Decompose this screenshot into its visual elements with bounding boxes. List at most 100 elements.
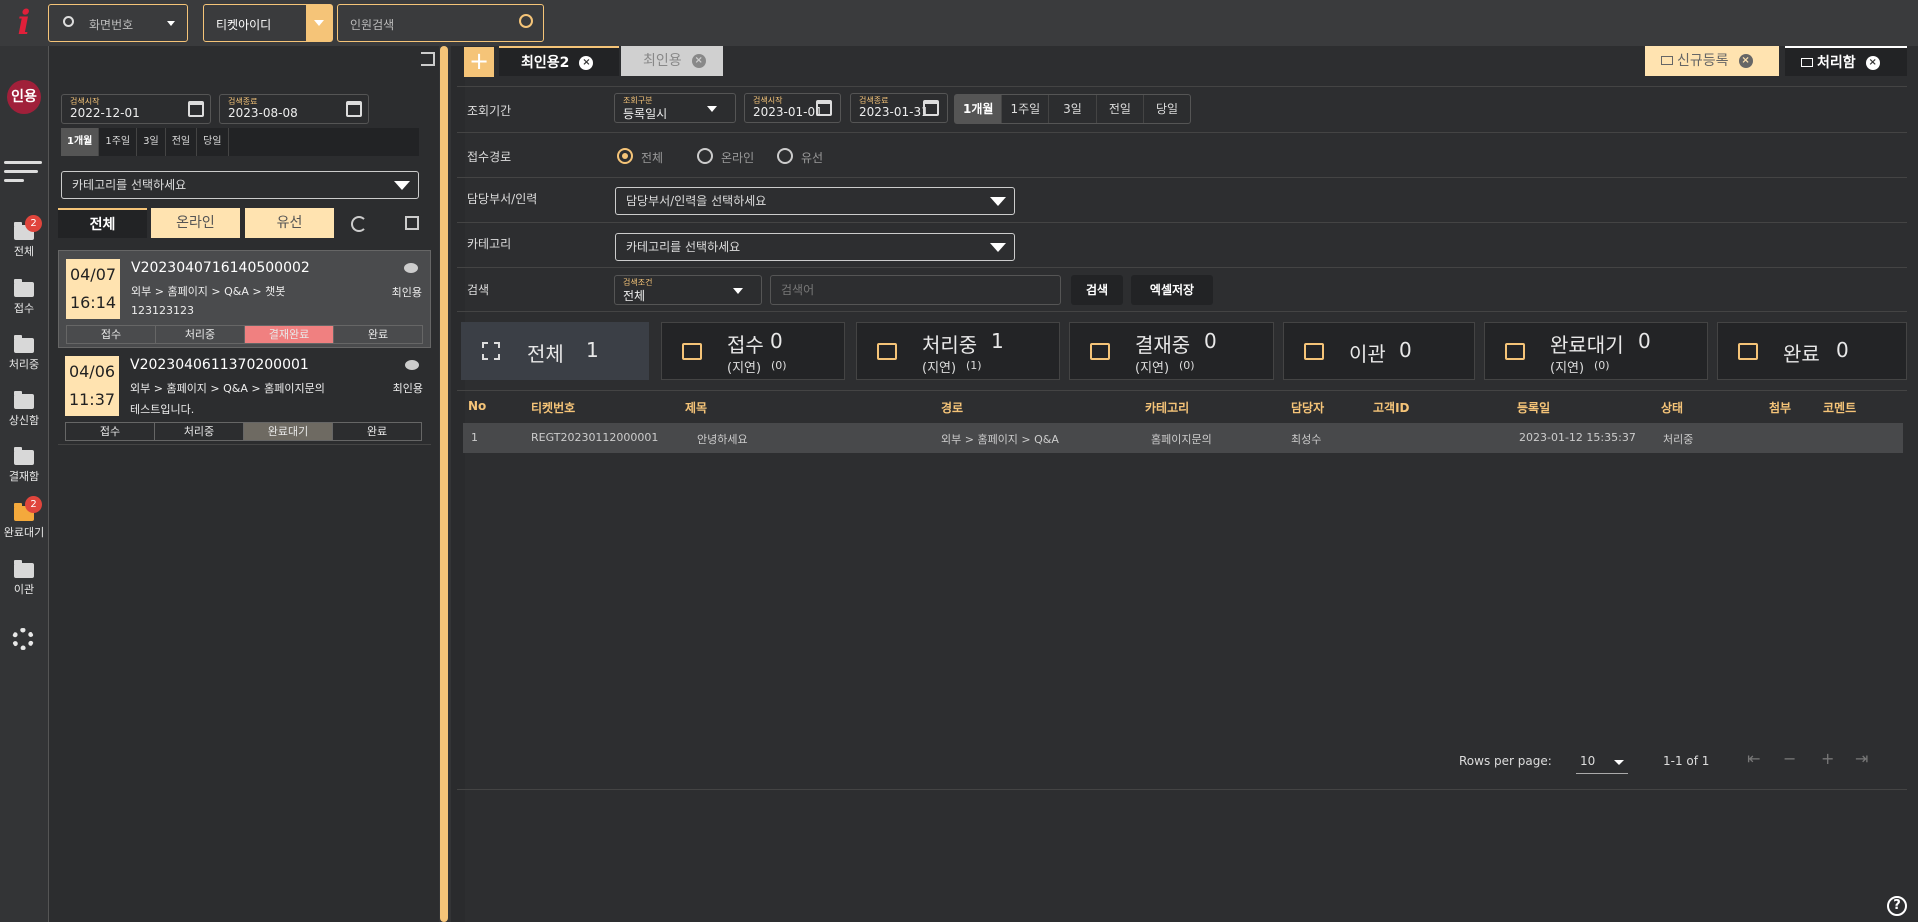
table-row[interactable]: 1 REGT20230112000001 안녕하세요 외부 > 홈페이지 > Q… [463,423,1903,453]
status-step: 접수 [67,326,156,343]
avatar[interactable]: 인용 [7,80,41,114]
stat-title: 완료대기 [1550,333,1624,357]
first-page-icon[interactable]: ⇤ [1747,749,1760,768]
rail-label: 이관 [13,583,35,596]
last-page-icon[interactable]: ⇥ [1855,749,1868,768]
range-3days[interactable]: 3일 [1049,95,1097,123]
refresh-icon[interactable] [351,216,367,232]
rail-item-transfer[interactable]: 이관 [0,560,48,597]
rail-item-outbox[interactable]: 상신함 [0,391,48,428]
rail-item-all[interactable]: 전체 2 [0,215,48,259]
search-type-select[interactable]: 티켓아이디 [203,4,333,42]
range-today[interactable]: 당일 [1144,95,1190,123]
search-label: 검색 [467,283,490,297]
rows-per-page-label: Rows per page: [1459,754,1552,768]
tab-inbox[interactable]: 처리함 × [1785,46,1907,76]
range-1week[interactable]: 1주일 [1002,95,1050,123]
rail-item-approval[interactable]: 결재함 [0,447,48,484]
scrollbar[interactable] [440,46,448,922]
stat-approving[interactable]: 결재중 0 (지연) (0) [1069,322,1274,380]
period-type-select[interactable]: 조회구분 등록일시 [614,93,736,123]
status-step: 처리중 [155,423,244,440]
filter-tab-phone[interactable]: 유선 [245,208,334,238]
ticket-card[interactable]: 04/07 16:14 V2023040716140500002 외부 > 홈페… [58,250,431,348]
stat-count: 1 [991,329,1004,353]
next-page-icon[interactable]: + [1821,749,1834,768]
collapse-icon[interactable] [421,52,435,66]
radio-phone[interactable] [777,148,793,164]
radio-online[interactable] [697,148,713,164]
range-1week[interactable]: 1주일 [99,128,138,156]
form-icon [1801,58,1813,67]
rail-item-processing[interactable]: 처리중 [0,335,48,372]
end-date-field[interactable]: 검색종료 2023-08-08 [219,94,369,124]
range-today[interactable]: 당일 [197,128,229,156]
menu-icon[interactable] [4,157,42,185]
category-select[interactable]: 카테고리를 선택하세요 [615,233,1015,261]
folder-icon [14,279,34,297]
ticket-status-steps: 접수 처리중 결재완료 완료 [66,325,423,344]
people-search-input[interactable]: 인원검색 [337,4,544,42]
search-cond-select[interactable]: 검색조건 전체 [614,275,762,305]
stat-count: 0 [1638,329,1651,353]
radio-all[interactable] [617,148,633,164]
close-icon[interactable]: × [1738,54,1753,68]
calendar-icon[interactable] [923,100,939,116]
calendar-icon[interactable] [816,100,832,116]
close-icon[interactable]: × [579,56,594,70]
range-yesterday[interactable]: 전일 [1097,95,1144,123]
category-select[interactable]: 카테고리를 선택하세요 [61,171,419,199]
rail-item-received[interactable]: 접수 [0,279,48,316]
gear-icon[interactable] [12,628,34,650]
filter-tab-all[interactable]: 전체 [58,208,147,238]
rail-label: 처리중 [8,358,40,371]
screen-search-input[interactable]: 화면번호 [48,4,188,42]
rows-per-page-select[interactable]: 10 [1576,750,1628,774]
start-date-field[interactable]: 검색시작 2022-12-01 [61,94,211,124]
prev-page-icon[interactable]: − [1783,749,1796,768]
close-icon[interactable]: × [1865,56,1880,70]
ticket-path: 외부 > 홈페이지 > Q&A > 홈페이지문의 [130,382,325,395]
search-icon[interactable] [519,14,533,28]
open-external-icon[interactable] [405,216,419,230]
ticket-date-chip: 04/06 11:37 [65,356,119,416]
stat-received[interactable]: 접수 0 (지연) (0) [661,322,845,380]
radio-label: 전체 [641,151,664,165]
stat-all[interactable]: 전체 1 [461,322,649,380]
stat-processing[interactable]: 처리중 1 (지연) (1) [856,322,1060,380]
help-icon[interactable]: ? [1887,896,1907,916]
cell: 처리중 [1663,433,1694,446]
ticket-list-panel: 검색시작 2022-12-01 검색종료 2023-08-08 1개월 1주일 … [48,46,448,922]
dept-row: 담당부서/인력 담당부서/인력을 선택하세요 [457,178,1907,223]
search-row: 검색 검색조건 전체 검색어 검색 엑셀저장 [457,268,1907,312]
range-1month[interactable]: 1개월 [61,128,100,156]
dept-select[interactable]: 담당부서/인력을 선택하세요 [615,187,1015,215]
search-type-dropdown[interactable] [306,5,332,41]
folder-icon [14,447,34,465]
range-3days[interactable]: 3일 [137,128,166,156]
range-yesterday[interactable]: 전일 [166,128,198,156]
rail-item-pending[interactable]: 완료대기 2 [0,496,48,540]
stat-transfer[interactable]: 이관 0 [1283,322,1475,380]
ticket-date-chip: 04/07 16:14 [66,259,120,319]
start-date-field[interactable]: 검색시작 2023-01-01 [744,93,841,123]
cell: 1 [471,431,478,444]
ticket-card[interactable]: 04/06 11:37 V2023040611370200001 외부 > 홈페… [58,350,431,445]
filter-tab-online[interactable]: 온라인 [151,208,240,238]
tab-label: 신규등록 [1677,53,1729,69]
excel-save-button[interactable]: 엑셀저장 [1131,275,1213,305]
col-comment: 코멘트 [1823,401,1857,415]
tab-active[interactable]: 최인용2 × [499,46,619,76]
tab-new-register[interactable]: 신규등록 × [1645,46,1779,76]
add-tab-button[interactable]: + [464,47,494,77]
calendar-icon[interactable] [346,101,362,117]
end-date-field[interactable]: 검색종료 2023-01-31 [850,93,948,123]
search-button[interactable]: 검색 [1071,275,1123,305]
stat-pending[interactable]: 완료대기 0 (지연) (0) [1484,322,1708,380]
calendar-icon[interactable] [188,101,204,117]
stat-done[interactable]: 완료 0 [1717,322,1907,380]
close-icon[interactable]: × [691,54,706,68]
range-1month[interactable]: 1개월 [955,95,1003,123]
tab[interactable]: 최인용 × [621,46,723,76]
keyword-input[interactable]: 검색어 [770,275,1061,305]
